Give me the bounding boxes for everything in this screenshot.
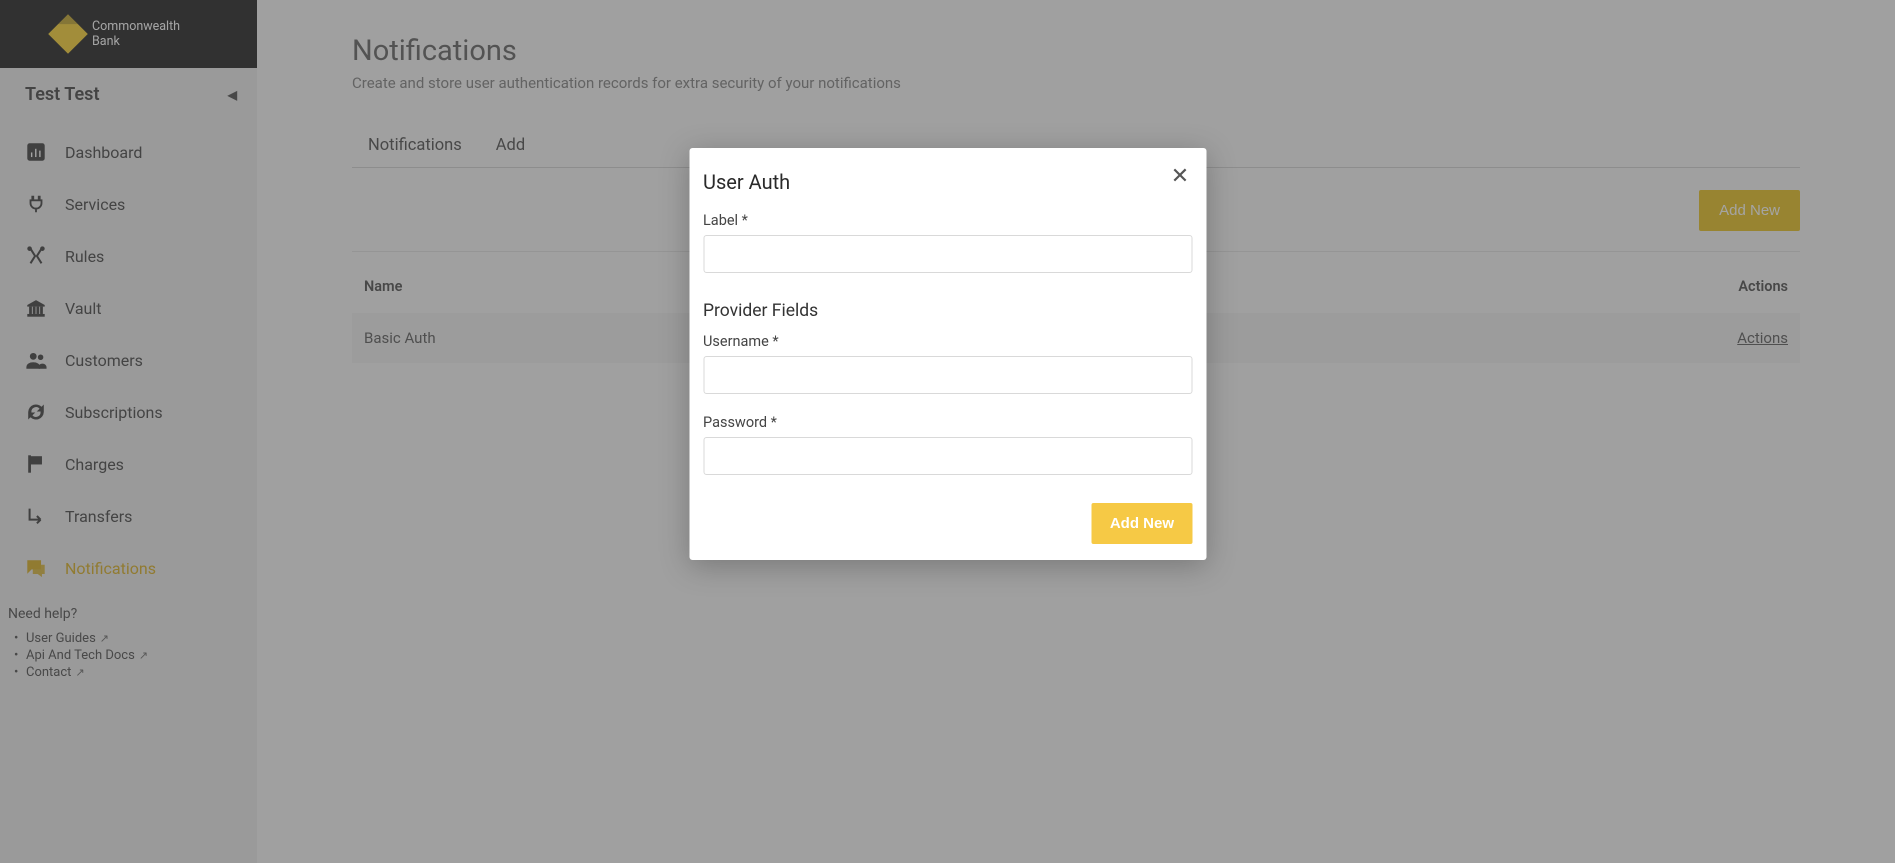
username-field-label: Username * (703, 333, 1192, 350)
password-input[interactable] (703, 437, 1192, 475)
modal-close-button[interactable]: ✕ (1166, 162, 1194, 190)
label-input[interactable] (703, 235, 1192, 273)
password-field-label: Password * (703, 414, 1192, 431)
close-icon: ✕ (1171, 163, 1189, 188)
user-auth-modal: ✕ User Auth Label * Provider Fields User… (689, 148, 1206, 560)
username-input[interactable] (703, 356, 1192, 394)
label-field-label: Label * (703, 212, 1192, 229)
modal-title: User Auth (703, 170, 1192, 194)
modal-add-new-button[interactable]: Add New (1092, 503, 1192, 544)
provider-fields-heading: Provider Fields (703, 301, 1192, 321)
modal-actions: Add New (703, 495, 1192, 544)
